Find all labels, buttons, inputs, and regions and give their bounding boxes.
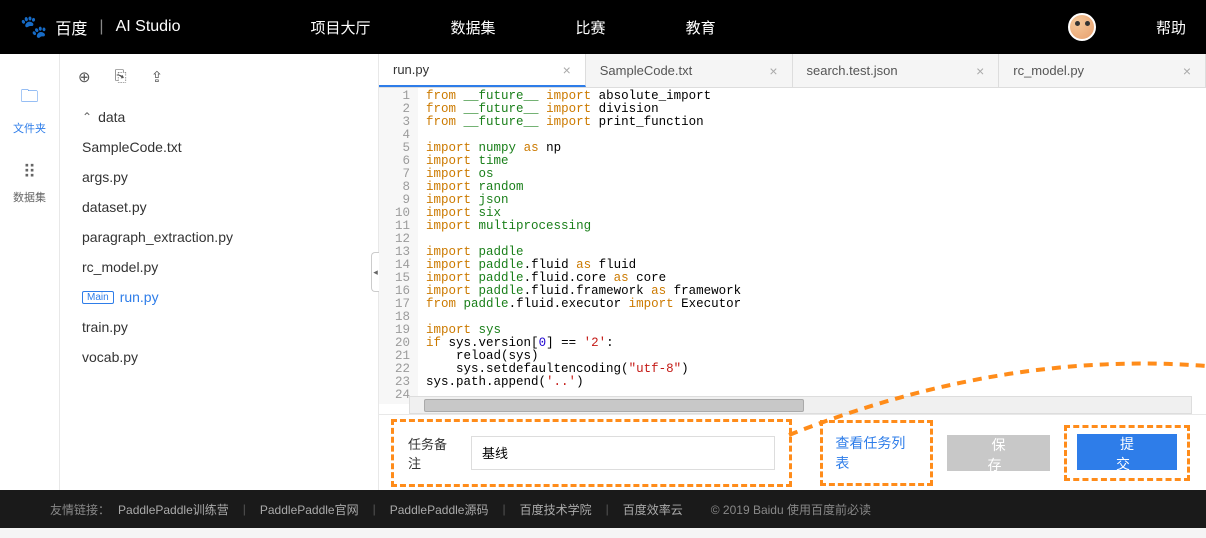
footer-copyright: © 2019 Baidu 使用百度前必读 bbox=[711, 501, 871, 518]
file-item[interactable]: vocab.py bbox=[78, 342, 360, 372]
new-file-icon[interactable]: ⊕ bbox=[78, 68, 91, 86]
remark-group: 任务备注 bbox=[391, 419, 792, 487]
file-item[interactable]: dataset.py bbox=[78, 192, 360, 222]
file-toolbar: ⊕ ⎘ ⇪ bbox=[60, 64, 378, 98]
brand-cn: 百度 bbox=[55, 15, 87, 39]
view-tasks-link[interactable]: 查看任务列表 bbox=[835, 435, 905, 471]
footer-link[interactable]: 百度效率云 bbox=[623, 501, 683, 518]
logo-separator: | bbox=[99, 18, 103, 36]
editor-area: ◂ run.py× SampleCode.txt× search.test.js… bbox=[378, 54, 1206, 490]
nav-links: 项目大厅 数据集 比赛 教育 bbox=[311, 17, 1068, 38]
code-lines[interactable]: from __future__ import absolute_importfr… bbox=[418, 88, 749, 404]
file-item-main[interactable]: Main run.py bbox=[78, 282, 360, 312]
task-link-box: 查看任务列表 bbox=[820, 420, 933, 486]
save-button[interactable]: 保存 bbox=[947, 435, 1050, 471]
upload-icon[interactable]: ⇪ bbox=[151, 68, 164, 86]
nav-education[interactable]: 教育 bbox=[686, 17, 716, 38]
main-file-label: run.py bbox=[120, 289, 159, 305]
file-tree: data SampleCode.txt args.py dataset.py p… bbox=[60, 98, 378, 376]
new-folder-icon[interactable]: ⎘ bbox=[115, 68, 127, 86]
file-item[interactable]: rc_model.py bbox=[78, 252, 360, 282]
tab-search[interactable]: search.test.json× bbox=[793, 54, 1000, 87]
folder-data[interactable]: data bbox=[78, 102, 360, 132]
horizontal-scrollbar[interactable] bbox=[409, 396, 1192, 414]
file-item[interactable]: train.py bbox=[78, 312, 360, 342]
main-area: 🗀 文件夹 ⠿ 数据集 ⊕ ⎘ ⇪ data SampleCode.txt ar… bbox=[0, 54, 1206, 490]
tab-sample[interactable]: SampleCode.txt× bbox=[586, 54, 793, 87]
grid-icon: ⠿ bbox=[0, 162, 59, 183]
top-nav: 🐾 百度 | AI Studio 项目大厅 数据集 比赛 教育 帮助 bbox=[0, 0, 1206, 54]
tab-rcmodel[interactable]: rc_model.py× bbox=[999, 54, 1206, 87]
footer: 友情链接： PaddlePaddle训练营| PaddlePaddle官网| P… bbox=[0, 490, 1206, 528]
rail-datasets-label: 数据集 bbox=[13, 192, 46, 204]
collapse-handle[interactable]: ◂ bbox=[371, 252, 379, 292]
submit-box: 提交 bbox=[1064, 425, 1190, 481]
close-icon[interactable]: × bbox=[1183, 63, 1191, 79]
bottom-bar: 任务备注 查看任务列表 保存 提交 bbox=[379, 414, 1206, 490]
main-tag: Main bbox=[82, 291, 114, 304]
nav-competitions[interactable]: 比赛 bbox=[576, 17, 606, 38]
footer-label: 友情链接： bbox=[50, 501, 110, 518]
remark-input[interactable] bbox=[471, 436, 775, 470]
rail-files-label: 文件夹 bbox=[13, 123, 46, 135]
rail-datasets[interactable]: ⠿ 数据集 bbox=[0, 152, 59, 221]
rail-files[interactable]: 🗀 文件夹 bbox=[0, 74, 59, 152]
file-item[interactable]: args.py bbox=[78, 162, 360, 192]
brand-studio: AI Studio bbox=[116, 18, 181, 36]
nav-datasets[interactable]: 数据集 bbox=[451, 17, 496, 38]
file-item[interactable]: SampleCode.txt bbox=[78, 132, 360, 162]
line-gutter: 123456789101112131415161718192021222324 bbox=[379, 88, 418, 404]
avatar[interactable] bbox=[1068, 13, 1096, 41]
nav-help[interactable]: 帮助 bbox=[1156, 17, 1186, 38]
footer-link[interactable]: 百度技术学院 bbox=[520, 501, 592, 518]
scrollbar-thumb[interactable] bbox=[424, 399, 804, 412]
footer-link[interactable]: PaddlePaddle训练营 bbox=[118, 501, 229, 518]
code-editor[interactable]: 123456789101112131415161718192021222324 … bbox=[379, 88, 1206, 414]
editor-tabs: run.py× SampleCode.txt× search.test.json… bbox=[379, 54, 1206, 88]
logo[interactable]: 🐾 百度 | AI Studio bbox=[20, 14, 181, 40]
tab-run-py[interactable]: run.py× bbox=[379, 54, 586, 87]
left-rail: 🗀 文件夹 ⠿ 数据集 bbox=[0, 54, 60, 490]
submit-button[interactable]: 提交 bbox=[1077, 434, 1177, 470]
close-icon[interactable]: × bbox=[769, 63, 777, 79]
remark-label: 任务备注 bbox=[408, 434, 459, 472]
footer-link[interactable]: PaddlePaddle官网 bbox=[260, 501, 359, 518]
nav-projects[interactable]: 项目大厅 bbox=[311, 17, 371, 38]
close-icon[interactable]: × bbox=[563, 62, 571, 78]
paw-icon: 🐾 bbox=[20, 14, 47, 40]
file-item[interactable]: paragraph_extraction.py bbox=[78, 222, 360, 252]
file-panel: ⊕ ⎘ ⇪ data SampleCode.txt args.py datase… bbox=[60, 54, 378, 490]
footer-link[interactable]: PaddlePaddle源码 bbox=[390, 501, 489, 518]
close-icon[interactable]: × bbox=[976, 63, 984, 79]
folder-icon: 🗀 bbox=[0, 84, 59, 114]
